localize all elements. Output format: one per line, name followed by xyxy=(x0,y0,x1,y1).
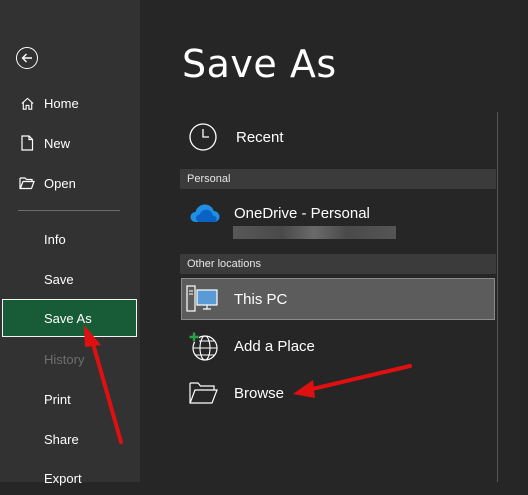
sidebar-item-new[interactable]: New xyxy=(0,126,140,160)
section-header-personal: Personal xyxy=(180,169,496,189)
section-header-other-locations: Other locations xyxy=(180,254,496,274)
location-label: Recent xyxy=(236,128,284,146)
sidebar-item-label: Export xyxy=(44,470,82,486)
location-this-pc[interactable]: This PC xyxy=(181,278,495,320)
location-recent[interactable]: Recent xyxy=(181,119,495,155)
location-label: Add a Place xyxy=(234,337,315,355)
sidebar-item-label: Share xyxy=(44,431,79,447)
backstage-sidebar: Home New Open Info Save Save As History … xyxy=(0,0,140,486)
arrow-left-icon xyxy=(21,53,32,63)
location-label: OneDrive - Personal xyxy=(234,204,370,222)
location-add-a-place[interactable]: Add a Place xyxy=(181,328,495,364)
location-label: Browse xyxy=(234,384,285,402)
sidebar-item-label: Info xyxy=(44,231,66,247)
location-onedrive[interactable]: OneDrive - Personal xyxy=(181,201,495,225)
sidebar-item-label: Print xyxy=(44,391,71,407)
open-folder-icon xyxy=(19,175,35,191)
sidebar-item-label: Home xyxy=(44,95,79,111)
new-document-icon xyxy=(19,135,35,151)
sidebar-item-open[interactable]: Open xyxy=(0,166,140,200)
onedrive-cloud-icon xyxy=(187,201,223,225)
sidebar-item-label: History xyxy=(44,351,85,367)
sidebar-item-save[interactable]: Save xyxy=(0,262,140,296)
computer-icon xyxy=(184,281,220,317)
back-button[interactable] xyxy=(16,47,38,69)
redacted-account-email xyxy=(233,226,396,239)
location-label: This PC xyxy=(234,290,288,308)
location-browse[interactable]: Browse xyxy=(181,375,495,411)
sidebar-item-info[interactable]: Info xyxy=(0,222,140,256)
sidebar-item-home[interactable]: Home xyxy=(0,86,140,120)
sidebar-item-label: Save xyxy=(44,271,74,287)
sidebar-divider xyxy=(18,210,120,211)
sidebar-item-share[interactable]: Share xyxy=(0,422,140,456)
folder-icon xyxy=(185,375,221,411)
home-icon xyxy=(19,95,35,111)
sidebar-item-label: Open xyxy=(44,175,76,191)
clock-icon xyxy=(185,119,221,155)
sidebar-item-print[interactable]: Print xyxy=(0,382,140,416)
sidebar-item-save-as[interactable]: Save As xyxy=(2,299,137,337)
sidebar-item-label: Save As xyxy=(44,310,92,326)
sidebar-item-history: History xyxy=(0,342,140,376)
page-title: Save As xyxy=(182,42,337,86)
add-place-globe-icon xyxy=(185,328,221,364)
sidebar-item-export[interactable]: Export xyxy=(0,461,140,495)
sidebar-item-label: New xyxy=(44,135,71,151)
scrollbar-track[interactable] xyxy=(497,112,498,482)
